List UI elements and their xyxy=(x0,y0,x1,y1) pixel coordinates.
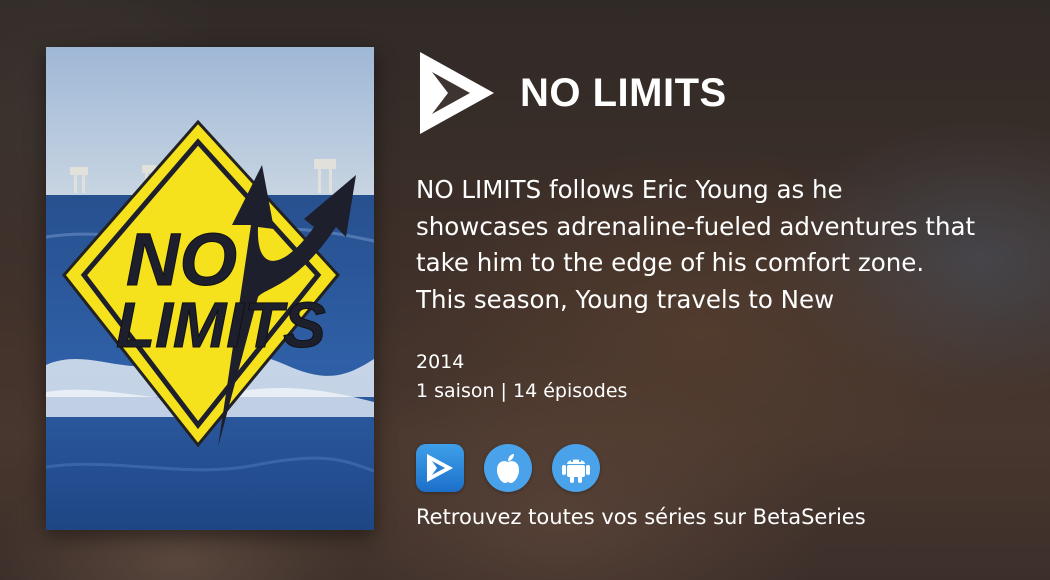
show-seasons-episodes: 1 saison | 14 épisodes xyxy=(416,380,628,402)
ios-app-button[interactable] xyxy=(484,444,532,492)
betaseries-logo-icon[interactable] xyxy=(418,50,496,136)
show-poster: NO LIMITS xyxy=(46,47,374,530)
show-year: 2014 xyxy=(416,351,465,373)
page-title: NO LIMITS xyxy=(520,70,727,115)
show-meta: 2014 1 saison | 14 épisodes xyxy=(416,348,627,406)
android-app-button[interactable] xyxy=(552,444,600,492)
apple-icon xyxy=(497,454,519,483)
header: NO LIMITS xyxy=(418,50,727,136)
app-store-links xyxy=(416,444,600,492)
poster-sign-line2: LIMITS xyxy=(116,289,326,361)
betaseries-app-button[interactable] xyxy=(416,444,464,492)
betaseries-tagline[interactable]: Retrouvez toutes vos séries sur BetaSeri… xyxy=(416,505,866,529)
android-icon xyxy=(562,459,590,483)
betaseries-play-icon xyxy=(427,454,453,482)
show-synopsis: NO LIMITS follows Eric Young as he showc… xyxy=(416,175,976,314)
